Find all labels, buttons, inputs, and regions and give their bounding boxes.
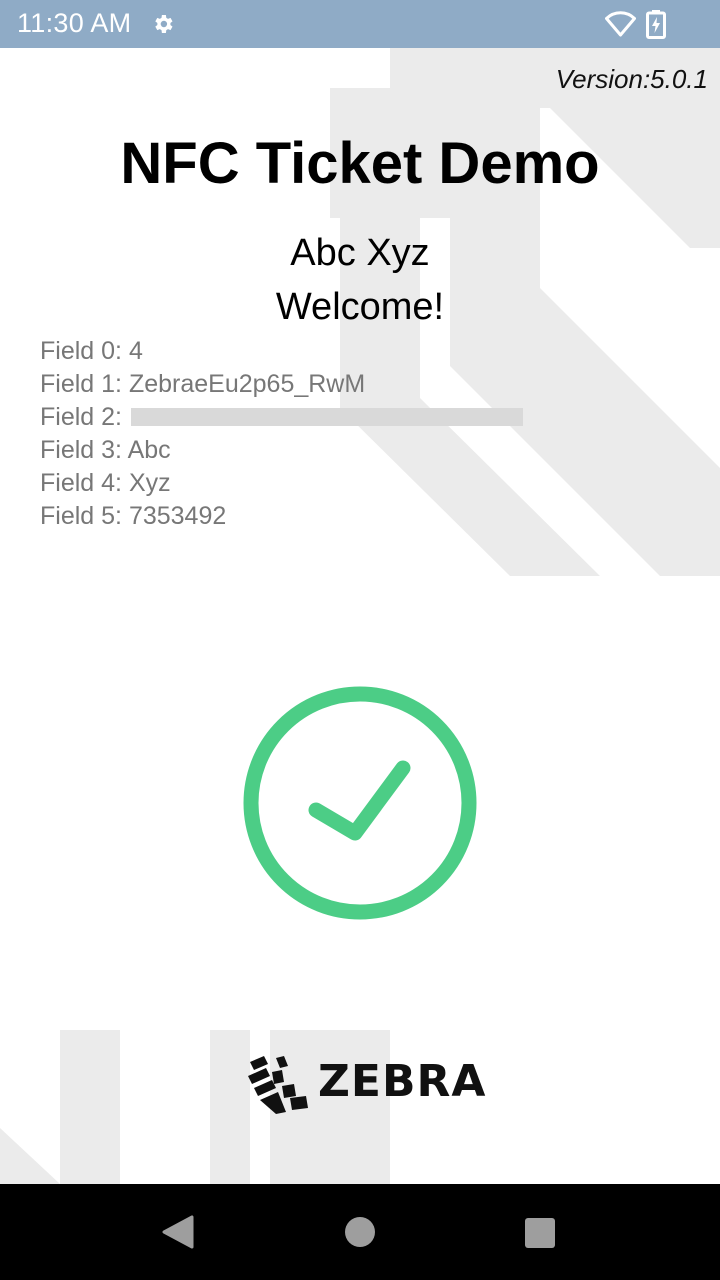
field-label: Field 3: [40,436,128,464]
gear-icon [155,15,173,33]
background-watermark [0,48,720,1184]
field-label: Field 1: [40,370,129,398]
battery-charging-icon [646,10,666,39]
field-row-3: Field 3: Abc [40,434,523,467]
zebra-logo: ZEBRA [246,1048,485,1120]
back-icon[interactable] [160,1214,196,1250]
field-label: Field 2: [40,403,129,431]
navigation-bar [0,1184,720,1280]
recents-icon[interactable] [525,1218,555,1248]
app-title: NFC Ticket Demo [120,131,600,196]
user-name: Abc Xyz [290,232,430,274]
field-label: Field 4: [40,469,129,497]
home-icon[interactable] [345,1217,375,1247]
field-row-4: Field 4: Xyz [40,467,523,500]
field-value: Abc [127,436,171,464]
zebra-head-icon [248,1056,308,1114]
field-value: 7353492 [128,502,227,530]
redacted-value [130,408,523,427]
zebra-logo-text: ZEBRA [318,1056,487,1107]
field-row-5: Field 5: 7353492 [40,500,523,533]
field-row-1: Field 1: ZebraeEu2p65_RwM [40,368,523,401]
wifi-icon [605,11,636,37]
app-version: Version:5.0.1 [555,64,708,94]
field-value: 4 [128,337,143,365]
field-label: Field 0: [40,337,129,365]
welcome-message: Welcome! [275,286,445,328]
app-content: Version:5.0.1 NFC Ticket Demo Abc Xyz We… [0,48,720,1184]
status-bar: 11:30 AM [0,0,720,48]
field-value: ZebraeEu2p65_RwM [128,370,366,398]
ticket-fields: Field 0: 4 Field 1: ZebraeEu2p65_RwM Fie… [40,335,523,533]
field-row-2: Field 2: [40,401,523,434]
field-value: Xyz [128,469,171,497]
field-row-0: Field 0: 4 [40,335,523,368]
success-check-icon [243,686,477,920]
status-time: 11:30 AM [17,8,132,38]
field-label: Field 5: [40,502,129,530]
